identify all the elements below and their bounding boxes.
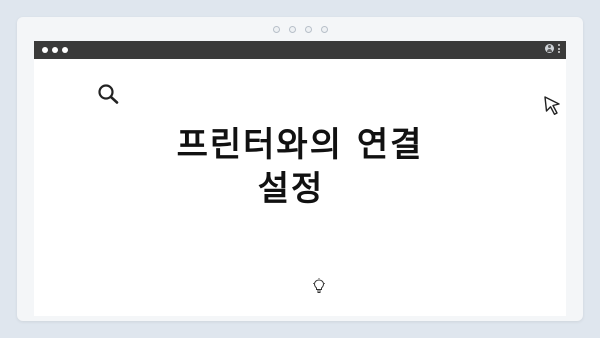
cursor-arrow-icon [544,96,560,115]
slide-canvas: 프린터와의 연결 설정 [34,59,566,316]
titlebar-actions [545,44,560,53]
slide-title-line-1: 프린터와의 연결 [176,125,424,165]
maximize-window-button[interactable] [62,47,68,53]
pagination-dots [17,26,583,33]
pagination-dot[interactable] [304,26,312,33]
close-window-button[interactable] [42,47,48,53]
slide-title: 프린터와의 연결 설정 [34,123,566,211]
window-controls [42,47,68,53]
pagination-dot[interactable] [272,26,280,33]
pagination-dot[interactable] [320,26,328,33]
window-titlebar [34,41,566,59]
browser-window: 프린터와의 연결 설정 [34,41,566,316]
search-icon [98,84,119,104]
more-vert-icon[interactable] [558,44,560,53]
account-icon[interactable] [545,44,554,53]
minimize-window-button[interactable] [52,47,58,53]
pagination-dot[interactable] [288,26,296,33]
slide-title-line-2: 설정 [257,169,325,209]
presentation-frame: 프린터와의 연결 설정 [17,17,583,321]
lightbulb-icon [313,278,325,293]
